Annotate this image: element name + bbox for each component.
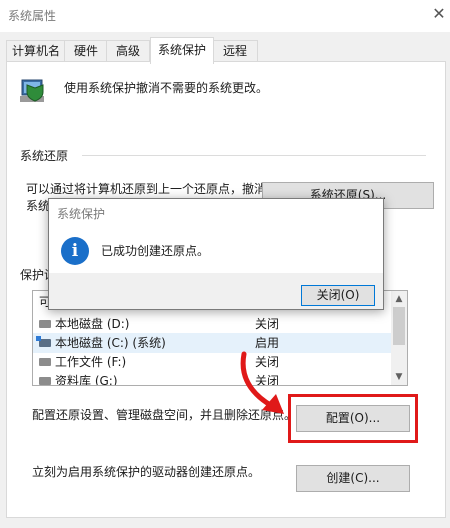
drive-name: 本地磁盘 (D:) <box>55 317 130 331</box>
intro-text: 使用系统保护撤消不需要的系统更改。 <box>64 81 269 95</box>
drive-icon <box>39 377 51 385</box>
system-restore-heading: 系统还原 <box>20 149 69 163</box>
list-item[interactable]: 本地磁盘 (D:) 关闭 <box>33 314 391 334</box>
dialog-footer: 关闭(O) <box>49 273 383 309</box>
scroll-thumb[interactable] <box>393 307 405 345</box>
drive-name: 工作文件 (F:) <box>55 355 127 369</box>
scroll-down-icon[interactable]: ▼ <box>391 369 407 385</box>
list-item[interactable]: 工作文件 (F:) 关闭 <box>33 352 391 372</box>
restore-description-cont: 系统 <box>26 199 51 213</box>
drive-icon <box>39 358 51 366</box>
drive-status: 关闭 <box>255 317 280 331</box>
shield-computer-icon <box>20 79 44 102</box>
create-description: 立刻为启用系统保护的驱动器创建还原点。 <box>32 465 261 479</box>
dialog-message: 已成功创建还原点。 <box>101 244 210 258</box>
highlight-annotation <box>288 394 418 443</box>
close-icon[interactable]: ✕ <box>430 4 448 24</box>
restore-description: 可以通过将计算机还原到上一个还原点，撤消 <box>26 182 267 196</box>
system-protection-dialog: 系统保护 i 已成功创建还原点。 关闭(O) <box>48 198 384 310</box>
dialog-close-button[interactable]: 关闭(O) <box>301 285 375 306</box>
tab-hardware[interactable]: 硬件 <box>64 40 108 62</box>
drive-name: 本地磁盘 (C:) (系统) <box>55 336 166 350</box>
tab-remote[interactable]: 远程 <box>212 40 258 62</box>
window-title: 系统属性 <box>8 9 57 23</box>
dialog-title: 系统保护 <box>57 207 106 221</box>
divider <box>82 155 426 156</box>
create-button[interactable]: 创建(C)... <box>296 465 410 492</box>
list-item[interactable]: 本地磁盘 (C:) (系统) 启用 <box>33 333 391 353</box>
list-scrollbar[interactable]: ▲ ▼ <box>391 291 407 385</box>
system-drive-icon <box>36 336 51 347</box>
tab-system-protection[interactable]: 系统保护 <box>150 37 214 64</box>
tab-advanced[interactable]: 高级 <box>106 40 150 62</box>
info-icon: i <box>61 237 89 265</box>
title-bar: 系统属性 ✕ <box>0 0 450 32</box>
dialog-body: i 已成功创建还原点。 <box>49 227 383 273</box>
tab-computer-name[interactable]: 计算机名 <box>6 40 66 62</box>
scroll-up-icon[interactable]: ▲ <box>391 291 407 307</box>
list-item[interactable]: 资料库 (G:) 关闭 <box>33 371 391 386</box>
red-arrow-annotation <box>240 351 284 414</box>
drive-icon <box>39 320 51 328</box>
drive-name: 资料库 (G:) <box>55 374 118 386</box>
